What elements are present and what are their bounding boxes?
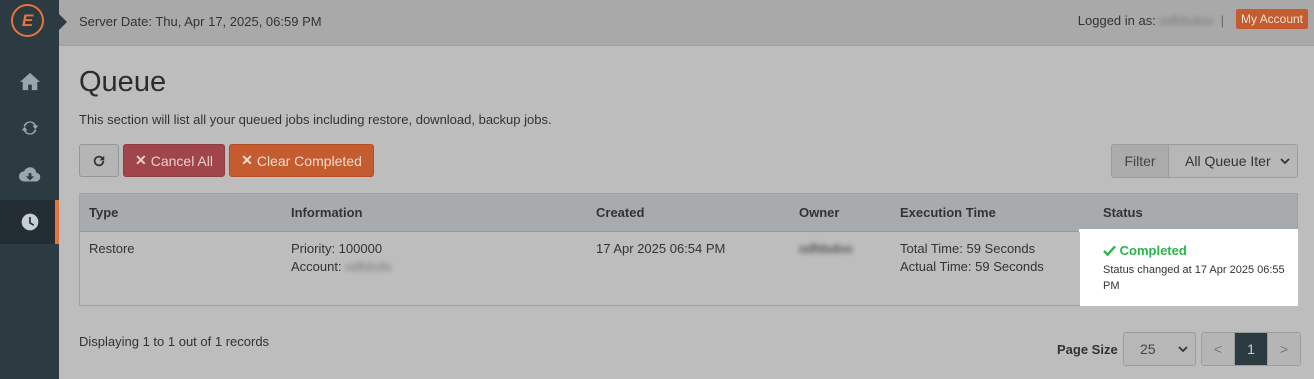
column-header-information: Information xyxy=(291,205,363,220)
records-count: Displaying 1 to 1 out of 1 records xyxy=(79,334,270,349)
cloud-download-icon xyxy=(18,167,40,182)
column-header-status: Status xyxy=(1103,205,1143,220)
filter-group: Filter All Queue Iter xyxy=(1111,144,1298,178)
refresh-button[interactable] xyxy=(79,144,119,177)
close-icon: ✕ xyxy=(241,152,253,168)
page-size-select[interactable]: 25 xyxy=(1123,332,1196,366)
actual-time: Actual Time: 59 Seconds xyxy=(900,259,1044,274)
refresh-icon xyxy=(93,155,105,166)
status-changed-text: Status changed at 17 Apr 2025 06:55 PM xyxy=(1103,264,1285,292)
priority-text: Priority: 100000 xyxy=(291,241,383,256)
total-time: Total Time: 59 Seconds xyxy=(900,241,1036,256)
column-header-execution-time: Execution Time xyxy=(900,205,996,220)
cell-information: Priority: 100000 Account: odfdsdo xyxy=(291,240,391,276)
sidebar: E xyxy=(0,0,59,379)
status-completed: Completed xyxy=(1103,243,1187,258)
server-date: Server Date: Thu, Apr 17, 2025, 06:59 PM xyxy=(79,14,322,29)
chevron-down-icon xyxy=(1178,346,1188,353)
account-text: Account: odfdsdo xyxy=(291,258,391,276)
cell-status: Completed Status changed at 17 Apr 2025 … xyxy=(1080,231,1298,306)
sidebar-item-download[interactable] xyxy=(0,153,59,197)
column-header-created: Created xyxy=(596,205,645,220)
chevron-down-icon xyxy=(1280,158,1290,165)
filter-label: Filter xyxy=(1112,145,1169,177)
logged-in-label: Logged in as: xyxy=(1077,13,1156,28)
page-size-value: 25 xyxy=(1140,341,1156,357)
account-value: odfdsdo xyxy=(345,259,392,274)
status-label: Completed xyxy=(1119,243,1187,258)
close-icon: ✕ xyxy=(135,152,147,168)
cell-execution-time: Total Time: 59 Seconds Actual Time: 59 S… xyxy=(900,240,1044,276)
cancel-all-label: Cancel All xyxy=(150,152,213,169)
next-page-button[interactable]: > xyxy=(1268,333,1300,365)
top-bar: Server Date: Thu, Apr 17, 2025, 06:59 PM… xyxy=(59,0,1314,46)
logo-glyph: E xyxy=(21,10,34,30)
prev-page-button[interactable]: < xyxy=(1202,333,1235,365)
page-title: Queue xyxy=(79,66,167,98)
cell-owner: odfdsdoo xyxy=(799,241,853,256)
status-highlight-edge xyxy=(1079,229,1298,232)
refresh-icon xyxy=(21,121,38,135)
clear-completed-label: Clear Completed xyxy=(256,152,362,169)
cancel-all-button[interactable]: ✕ Cancel All xyxy=(123,144,225,177)
logged-in-info: Logged in as: odfdsdoo | xyxy=(1078,13,1228,28)
separator: | xyxy=(1220,13,1224,28)
sidebar-item-home[interactable] xyxy=(0,59,59,103)
filter-select[interactable]: All Queue Iter xyxy=(1169,145,1297,177)
topbar-notch xyxy=(59,14,67,30)
column-header-type: Type xyxy=(89,205,119,220)
check-icon xyxy=(1103,245,1116,257)
filter-value: All Queue Iter xyxy=(1185,153,1271,169)
username: odfdsdoo xyxy=(1159,13,1213,28)
cell-created: 17 Apr 2025 06:54 PM xyxy=(596,241,726,256)
page-size-label: Page Size xyxy=(1057,342,1118,357)
my-account-button[interactable]: My Account xyxy=(1235,9,1308,29)
column-header-owner: Owner xyxy=(799,205,840,220)
home-icon xyxy=(19,72,40,91)
clear-completed-button[interactable]: ✕ Clear Completed xyxy=(229,144,374,177)
account-label: Account: xyxy=(291,259,342,274)
page-description: This section will list all your queued j… xyxy=(79,112,552,127)
clock-icon xyxy=(21,213,38,231)
table-header: Type Information Created Owner Execution… xyxy=(80,194,1297,232)
sidebar-item-queue[interactable] xyxy=(0,200,59,244)
brand-logo[interactable]: E xyxy=(11,4,44,37)
page-button-current[interactable]: 1 xyxy=(1235,333,1268,365)
sidebar-item-sync[interactable] xyxy=(0,106,59,150)
pagination: < 1 > xyxy=(1201,332,1301,366)
cell-type: Restore xyxy=(89,241,135,256)
queue-table: Type Information Created Owner Execution… xyxy=(79,193,1298,306)
